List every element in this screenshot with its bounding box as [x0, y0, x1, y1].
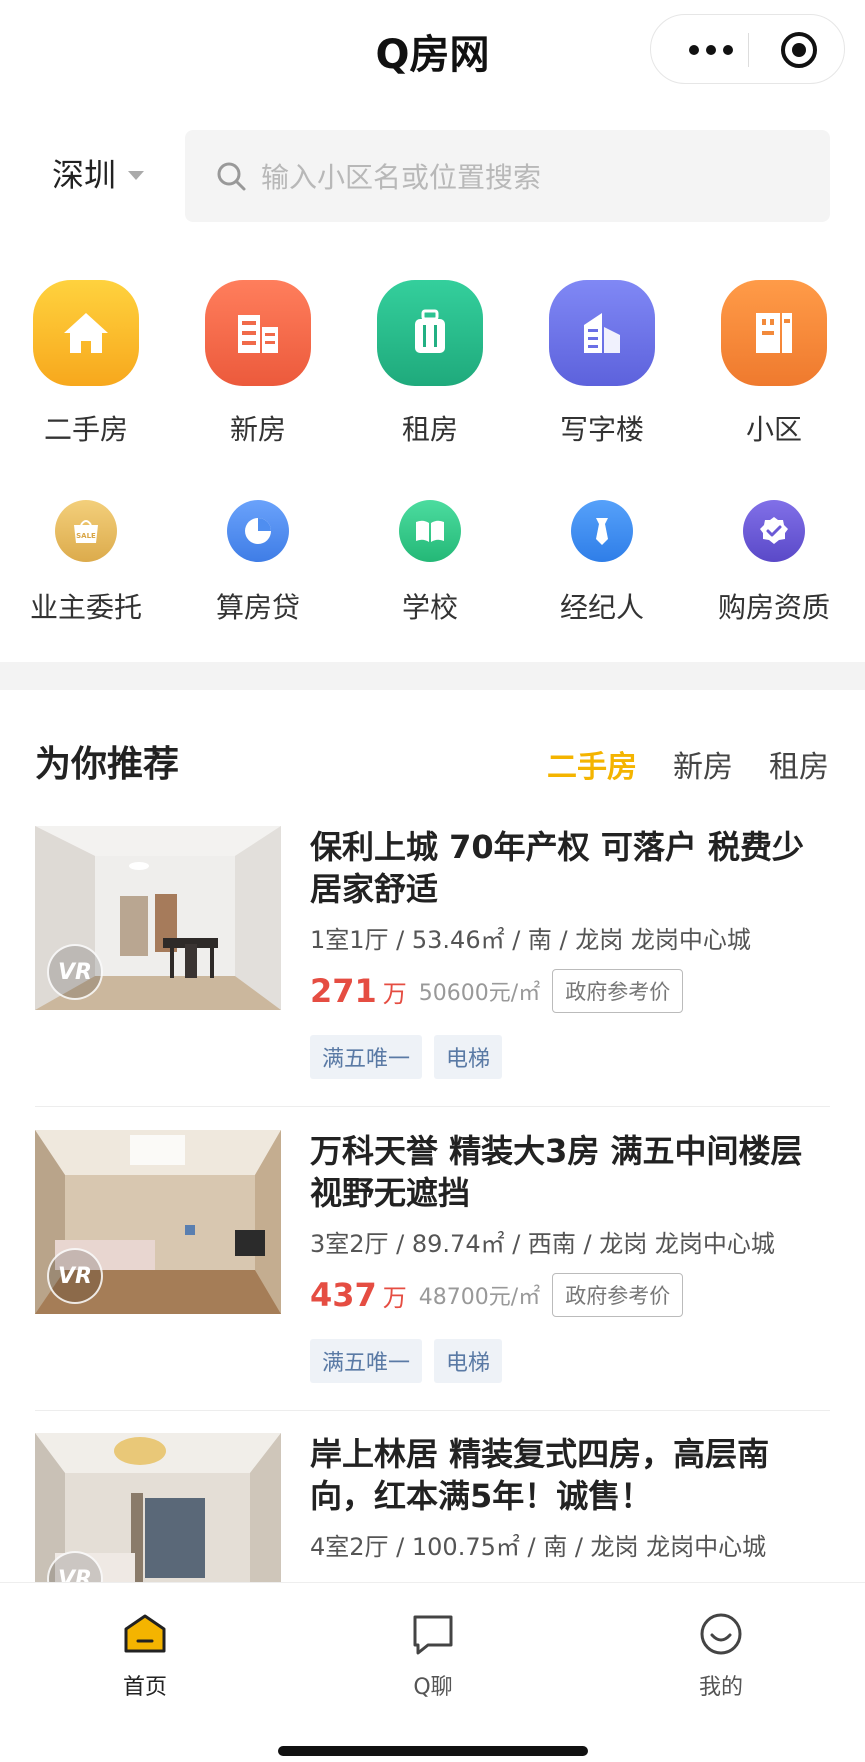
price-unit: 万 [382, 1283, 407, 1312]
book-icon [399, 500, 461, 562]
city-label: 深圳 [52, 156, 117, 194]
category-new-house[interactable]: 新房 [172, 280, 344, 448]
category-second-hand[interactable]: 二手房 [0, 280, 172, 448]
listing-price: 437 [310, 1276, 377, 1314]
svg-text:SALE: SALE [76, 532, 96, 540]
category-label: 小区 [745, 413, 802, 446]
office-icon [549, 280, 655, 386]
tab-second-hand[interactable]: 二手房 [547, 742, 637, 786]
listing-card[interactable]: VR 保利上城 70年产权 可落户 税费少 居家舒适 1室1厅 / 53.46㎡… [35, 826, 830, 1107]
category-owner-entrust[interactable]: SALE 业主委托 [0, 500, 172, 626]
unit-price: 50600元/㎡ [418, 981, 541, 1006]
category-agent[interactable]: 经纪人 [516, 500, 688, 626]
building-icon [205, 280, 311, 386]
listing-tags: 满五唯一 电梯 [310, 1339, 830, 1383]
nav-label: Q聊 [413, 1675, 453, 1700]
listing-meta: 4室2厅 / 100.75㎡ / 南 / 龙岗 龙岗中心城 [310, 1533, 767, 1561]
listing-tag: 电梯 [434, 1035, 503, 1079]
more-options-icon[interactable] [681, 35, 741, 65]
gov-reference-badge[interactable]: 政府参考价 [552, 1273, 684, 1317]
home-icon [124, 1614, 166, 1653]
community-icon [721, 280, 827, 386]
home-indicator [278, 1746, 588, 1756]
listing-card[interactable]: VR 岸上林居 精装复式四房，高层南向，红本满5年！诚售！ 4室2厅 / 100… [35, 1433, 830, 1583]
sale-tag-icon: SALE [55, 500, 117, 562]
bottom-nav: 首页 Q聊 我的 [0, 1582, 865, 1762]
listing-title: 保利上城 70年产权 可落户 税费少 居家舒适 [310, 828, 804, 908]
category-office[interactable]: 写字楼 [516, 280, 688, 448]
nav-chat[interactable]: Q聊 [363, 1611, 503, 1701]
category-label: 学校 [401, 591, 458, 624]
listing-divider [35, 1410, 830, 1411]
price-unit: 万 [382, 979, 407, 1008]
listing-photo: VR [35, 1433, 281, 1583]
listing-photo: VR [35, 1130, 281, 1314]
tie-icon [571, 500, 633, 562]
unit-price: 48700元/㎡ [418, 1285, 541, 1310]
listing-tag: 满五唯一 [310, 1035, 423, 1079]
nav-home[interactable]: 首页 [75, 1611, 215, 1701]
capsule-divider [748, 33, 749, 67]
listing-card[interactable]: VR 万科天誉 精装大3房 满五中间楼层 视野无遮挡 3室2厅 / 89.74㎡… [35, 1130, 830, 1411]
listing-tags: 满五唯一 电梯 [310, 1035, 830, 1079]
nav-label: 我的 [698, 1675, 743, 1700]
pie-chart-icon [227, 500, 289, 562]
category-label: 经纪人 [559, 591, 644, 624]
listing-photo: VR [35, 826, 281, 1010]
search-placeholder: 输入小区名或位置搜索 [261, 161, 542, 194]
luggage-icon [377, 280, 483, 386]
badge-check-icon [743, 500, 805, 562]
listing-title: 岸上林居 精装复式四房，高层南向，红本满5年！诚售！ [310, 1435, 770, 1515]
category-label: 购房资质 [717, 591, 830, 624]
search-bar[interactable]: 输入小区名或位置搜索 [185, 130, 830, 222]
vr-badge[interactable]: VR [47, 1248, 103, 1304]
profile-icon [700, 1613, 742, 1655]
top-bar: Q房网 [0, 0, 865, 110]
mini-program-capsule [650, 14, 845, 84]
listing-meta: 1室1厅 / 53.46㎡ / 南 / 龙岗 龙岗中心城 [310, 926, 751, 954]
chevron-down-icon [128, 170, 145, 180]
vr-badge[interactable]: VR [47, 944, 103, 1000]
category-label: 二手房 [43, 413, 128, 446]
listing-meta: 3室2厅 / 89.74㎡ / 西南 / 龙岗 龙岗中心城 [310, 1230, 775, 1258]
chat-icon [413, 1615, 453, 1655]
category-label: 新房 [229, 413, 286, 446]
category-label: 业主委托 [29, 591, 142, 624]
house-icon [33, 280, 139, 386]
category-label: 算房贷 [215, 591, 300, 624]
listing-info: 保利上城 70年产权 可落户 税费少 居家舒适 1室1厅 / 53.46㎡ / … [310, 826, 830, 1079]
listing-title: 万科天誉 精装大3房 满五中间楼层 视野无遮挡 [310, 1132, 803, 1212]
listing-tag: 电梯 [434, 1339, 503, 1383]
category-community[interactable]: 小区 [688, 280, 860, 448]
category-label: 写字楼 [559, 413, 644, 446]
listing-info: 万科天誉 精装大3房 满五中间楼层 视野无遮挡 3室2厅 / 89.74㎡ / … [310, 1130, 830, 1383]
category-label: 租房 [401, 413, 458, 446]
close-target-icon[interactable] [779, 30, 819, 70]
category-mortgage-calc[interactable]: 算房贷 [172, 500, 344, 626]
listing-tag: 满五唯一 [310, 1339, 423, 1383]
listing-price: 271 [310, 972, 377, 1010]
listing-divider [35, 1106, 830, 1107]
category-school[interactable]: 学校 [344, 500, 516, 626]
nav-label: 首页 [122, 1675, 167, 1700]
nav-profile[interactable]: 我的 [651, 1611, 791, 1701]
recommend-tabs: 二手房 新房 租房 [547, 742, 829, 786]
recommend-title: 为你推荐 [35, 744, 180, 785]
section-divider [0, 662, 865, 690]
price-row: 437 万 48700元/㎡ 政府参考价 [310, 1273, 830, 1317]
price-row: 271 万 50600元/㎡ 政府参考价 [310, 969, 830, 1013]
category-rent[interactable]: 租房 [344, 280, 516, 448]
gov-reference-badge[interactable]: 政府参考价 [552, 969, 684, 1013]
tab-rent[interactable]: 租房 [769, 742, 829, 786]
category-qualification[interactable]: 购房资质 [688, 500, 860, 626]
tab-new-house[interactable]: 新房 [673, 742, 733, 786]
search-icon [217, 162, 246, 191]
listing-info: 岸上林居 精装复式四房，高层南向，红本满5年！诚售！ 4室2厅 / 100.75… [310, 1433, 830, 1562]
city-selector[interactable]: 深圳 [52, 150, 145, 196]
